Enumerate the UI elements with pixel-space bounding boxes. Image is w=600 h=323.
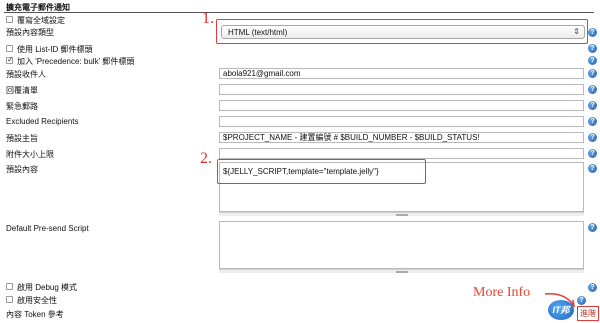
content-type-label: 預設內容類型 xyxy=(6,28,54,37)
attachment-size-input[interactable] xyxy=(219,148,584,159)
presend-script-textarea[interactable] xyxy=(219,221,584,269)
debug-mode-checkbox[interactable] xyxy=(6,283,13,290)
help-icon[interactable]: ? xyxy=(588,56,597,65)
token-reference-label: 內容 Token 參考 xyxy=(6,310,64,319)
presend-script-label: Default Pre-send Script xyxy=(6,224,89,233)
help-icon[interactable]: ? xyxy=(588,223,597,232)
help-icon[interactable]: ? xyxy=(588,85,597,94)
more-info-annotation: More Info xyxy=(473,285,531,300)
list-id-checkbox[interactable] xyxy=(6,45,13,52)
default-content-label: 預設內容 xyxy=(6,165,38,174)
presend-resize-handle[interactable] xyxy=(219,269,584,273)
emergency-reroute-label: 緊急郵路 xyxy=(6,102,38,111)
excluded-recipients-label: Excluded Recipients xyxy=(6,117,79,126)
annotation-box-2 xyxy=(217,159,426,184)
grip-icon xyxy=(395,214,408,216)
grip-icon xyxy=(395,271,408,273)
security-label: 啟用安全性 xyxy=(17,296,57,305)
recipients-label: 預設收件人 xyxy=(6,70,46,79)
list-id-label: 使用 List-ID 郵件標頭 xyxy=(17,45,93,54)
subject-input[interactable]: $PROJECT_NAME - 建置編號 # $BUILD_NUMBER - $… xyxy=(219,132,584,143)
content-resize-handle[interactable] xyxy=(219,212,584,216)
recipients-input[interactable]: abola921@gmail.com xyxy=(219,68,584,79)
excluded-recipients-input[interactable] xyxy=(219,116,584,127)
precedence-bulk-label: 加入 'Precedence: bulk' 郵件標頭 xyxy=(17,57,135,66)
debug-mode-label: 啟用 Debug 模式 xyxy=(17,283,78,292)
help-icon[interactable]: ? xyxy=(588,44,597,53)
precedence-bulk-checkbox[interactable] xyxy=(6,55,14,64)
attachment-size-label: 附件大小上限 xyxy=(6,150,54,159)
help-icon[interactable]: ? xyxy=(588,101,597,110)
override-global-label: 覆寫全域設定 xyxy=(17,16,65,25)
help-icon[interactable]: ? xyxy=(588,149,597,158)
help-icon[interactable]: ? xyxy=(588,133,597,142)
help-icon[interactable]: ? xyxy=(588,283,597,292)
help-icon[interactable]: ? xyxy=(588,164,597,173)
annotation-number-1: 1. xyxy=(202,10,214,27)
override-global-checkbox[interactable] xyxy=(6,16,13,23)
annotation-number-2: 2. xyxy=(200,150,212,167)
itbang-logo: IT邦 xyxy=(548,300,574,320)
subject-label: 預設主旨 xyxy=(6,134,38,143)
annotation-box-1 xyxy=(216,19,588,44)
security-checkbox[interactable] xyxy=(6,296,13,303)
help-icon[interactable]: ? xyxy=(588,117,597,126)
advanced-button[interactable]: 進階 xyxy=(577,306,599,321)
help-icon[interactable]: ? xyxy=(588,69,597,78)
section-divider xyxy=(4,12,594,13)
help-icon[interactable]: ? xyxy=(588,28,597,37)
reply-to-label: 回覆清單 xyxy=(6,86,38,95)
emergency-reroute-input[interactable] xyxy=(219,100,584,111)
reply-to-input[interactable] xyxy=(219,84,584,95)
